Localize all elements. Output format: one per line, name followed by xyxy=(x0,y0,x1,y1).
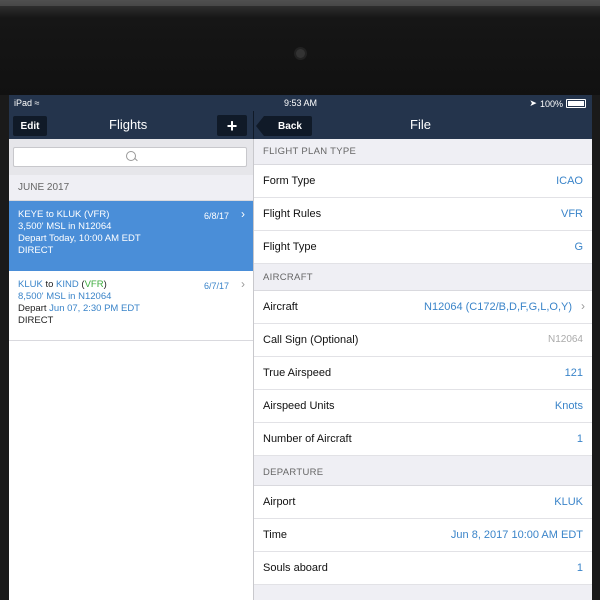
aircraft-id: N12064 xyxy=(78,221,112,232)
navigation-bar: Edit Flights + Back File xyxy=(9,111,592,139)
row-label: Airport xyxy=(263,496,296,508)
search-icon xyxy=(126,151,136,161)
row-label: True Airspeed xyxy=(263,367,332,379)
row-value: G xyxy=(574,241,583,253)
flight-departure: Depart Today, 10:00 AM EDT xyxy=(18,233,253,245)
row-value: Jun 8, 2017 10:00 AM EDT xyxy=(450,529,583,541)
battery-icon xyxy=(566,99,586,108)
row-label: Time xyxy=(263,529,288,541)
row-flight-type[interactable]: Flight Type G xyxy=(254,231,592,264)
in-word: in xyxy=(68,291,76,302)
row-value: 1 xyxy=(576,433,583,445)
section-header-aircraft: AIRCRAFT xyxy=(254,265,592,291)
call-sign-input[interactable]: N12064 xyxy=(548,334,583,345)
row-flight-rules[interactable]: Flight Rules VFR xyxy=(254,198,592,231)
row-label: Form Type xyxy=(263,175,316,187)
battery-percent: 100% xyxy=(539,98,563,109)
file-nav: Back File xyxy=(254,111,592,139)
route-rules-close: ) xyxy=(103,279,107,290)
flight-altitude: 3,500' MSL in N12064 xyxy=(18,221,253,233)
in-word: in xyxy=(68,221,76,232)
list-section-header: JUNE 2017 xyxy=(9,175,253,201)
section-header-departure: DEPARTURE xyxy=(254,460,592,486)
row-label: Call Sign (Optional) xyxy=(263,334,359,346)
row-true-airspeed[interactable]: True Airspeed 121 xyxy=(254,357,592,390)
search-input[interactable] xyxy=(13,147,247,167)
row-label: Souls aboard xyxy=(263,562,328,574)
route-from: KEYE xyxy=(18,209,44,220)
depart-word: Depart xyxy=(18,303,47,314)
route-rules: (VFR) xyxy=(84,209,110,220)
status-bar: iPad ≈ 9:53 AM ➤ 100% xyxy=(9,95,592,111)
row-airport[interactable]: Airport KLUK xyxy=(254,486,592,519)
camera-icon xyxy=(296,49,305,58)
row-label: Number of Aircraft xyxy=(263,433,352,445)
flight-list-item-selected[interactable]: KEYE to KLUK (VFR) 3,500' MSL in N12064 … xyxy=(9,201,253,271)
flight-list-item[interactable]: KLUK to KIND (VFR) 8,500' MSL in N12064 … xyxy=(9,271,253,341)
row-label: Flight Type xyxy=(263,241,317,253)
flights-title: Flights xyxy=(109,117,148,132)
flights-list-pane: JUNE 2017 KEYE to KLUK (VFR) 3,500' MSL … xyxy=(9,139,254,600)
flight-date: 6/7/17 xyxy=(203,281,229,291)
row-value: 121 xyxy=(564,367,583,379)
altitude: 3,500' MSL xyxy=(18,221,66,232)
section-header-flight-plan-type: FLIGHT PLAN TYPE xyxy=(254,139,592,165)
route-to-word: to xyxy=(45,279,54,290)
row-label: Flight Rules xyxy=(263,208,322,220)
add-flight-button[interactable]: + xyxy=(217,115,247,136)
file-title: File xyxy=(410,117,431,132)
row-value: ICAO xyxy=(556,175,583,187)
chevron-right-icon: › xyxy=(241,277,245,291)
depart-time: Today, 10:00 AM EDT xyxy=(48,233,141,244)
chevron-right-icon: › xyxy=(241,207,245,221)
flight-altitude: 8,500' MSL in N12064 xyxy=(18,291,253,303)
edit-button[interactable]: Edit xyxy=(13,116,47,136)
row-value: KLUK xyxy=(554,496,583,508)
altitude: 8,500' MSL xyxy=(18,291,66,302)
row-number-of-aircraft[interactable]: Number of Aircraft 1 xyxy=(254,423,592,456)
ipad-device: iPad ≈ 9:53 AM ➤ 100% Edit Flights + Bac… xyxy=(0,0,600,600)
row-value: Knots xyxy=(554,400,583,412)
flight-date: 6/8/17 xyxy=(203,211,229,221)
flight-route-type: DIRECT xyxy=(18,245,54,256)
location-arrow-icon: ➤ xyxy=(529,98,537,108)
depart-time: Jun 07, 2:30 PM EDT xyxy=(49,303,140,314)
chevron-right-icon: › xyxy=(581,299,585,313)
row-time[interactable]: Time Jun 8, 2017 10:00 AM EDT xyxy=(254,519,592,552)
route-to-word: to xyxy=(46,209,54,220)
search-bar xyxy=(9,139,253,175)
route-from: KLUK xyxy=(18,279,43,290)
back-button[interactable]: Back xyxy=(256,116,312,136)
depart-word: Depart xyxy=(18,233,47,244)
route-to: KLUK xyxy=(56,209,82,220)
row-souls-aboard[interactable]: Souls aboard 1 xyxy=(254,552,592,585)
row-value: 1 xyxy=(576,562,583,574)
row-value: N12064 (C172/B,D,F,G,L,O,Y) xyxy=(424,301,572,313)
flights-nav: Edit Flights + xyxy=(9,111,253,139)
file-form-pane: FLIGHT PLAN TYPE Form Type ICAO Flight R… xyxy=(254,139,592,600)
status-time: 9:53 AM xyxy=(283,98,318,108)
row-value: VFR xyxy=(561,208,583,220)
bezel-edge xyxy=(0,0,600,6)
row-label: Airspeed Units xyxy=(263,400,335,412)
row-airspeed-units[interactable]: Airspeed Units Knots xyxy=(254,390,592,423)
row-call-sign[interactable]: Call Sign (Optional) N12064 xyxy=(254,324,592,357)
route-to: KIND xyxy=(56,279,79,290)
app-screen: iPad ≈ 9:53 AM ➤ 100% Edit Flights + Bac… xyxy=(9,95,592,600)
row-label: Aircraft xyxy=(263,301,298,313)
aircraft-id: N12064 xyxy=(78,291,112,302)
row-aircraft[interactable]: Aircraft N12064 (C172/B,D,F,G,L,O,Y) › xyxy=(254,291,592,324)
route-rules: VFR xyxy=(84,279,104,290)
flight-route-type: DIRECT xyxy=(18,315,54,326)
device-bezel xyxy=(0,0,600,95)
flight-departure: Depart Jun 07, 2:30 PM EDT xyxy=(18,303,253,315)
row-form-type[interactable]: Form Type ICAO xyxy=(254,165,592,198)
status-right: ➤ 100% xyxy=(529,98,586,109)
